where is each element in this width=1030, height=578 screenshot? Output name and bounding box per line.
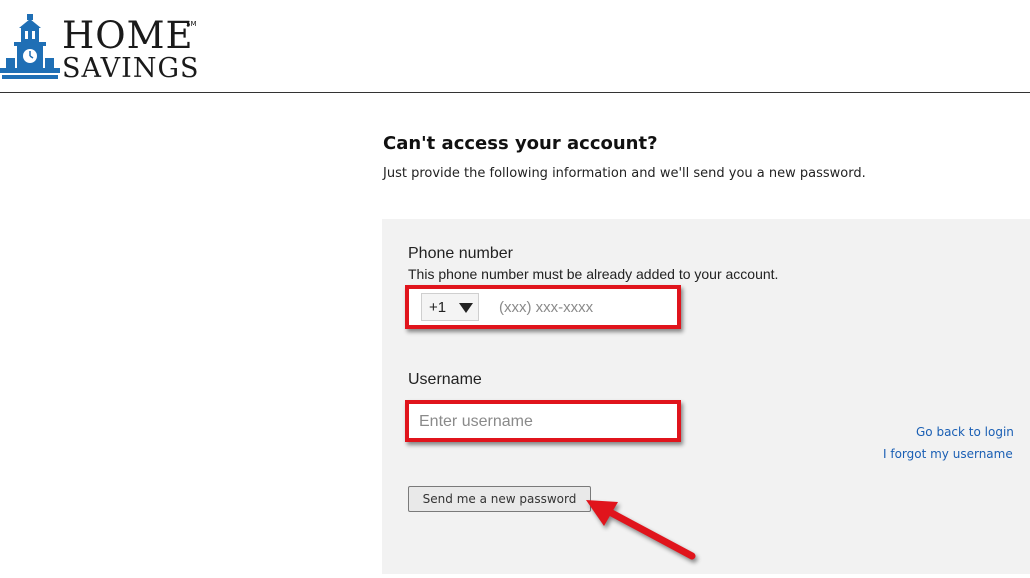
service-mark: SM [186, 20, 197, 28]
username-field-highlight [405, 400, 681, 442]
logo-text-home: HOME [62, 14, 194, 57]
forgot-username-link[interactable]: I forgot my username [883, 447, 1013, 461]
username-input[interactable] [417, 408, 671, 436]
phone-hint: This phone number must be already added … [408, 266, 779, 282]
home-savings-logo[interactable]: HOME SAVINGS SM [0, 12, 200, 84]
country-code-value: +1 [429, 299, 447, 316]
send-new-password-button[interactable]: Send me a new password [408, 486, 591, 512]
logo-text-savings: SAVINGS [62, 53, 200, 84]
triangle-down-icon [459, 303, 473, 313]
phone-field-highlight: +1 [405, 285, 681, 329]
go-back-to-login-link[interactable]: Go back to login [916, 425, 1014, 439]
header: HOME SAVINGS SM [0, 0, 1030, 93]
page-title: Can't access your account? [383, 133, 658, 154]
phone-input[interactable] [497, 292, 671, 322]
red-arrow-icon [586, 500, 696, 560]
phone-label: Phone number [408, 245, 513, 262]
page-subtitle: Just provide the following information a… [383, 166, 866, 181]
username-label: Username [408, 371, 482, 388]
country-code-select[interactable]: +1 [421, 293, 479, 321]
clock-tower-icon [0, 14, 60, 79]
